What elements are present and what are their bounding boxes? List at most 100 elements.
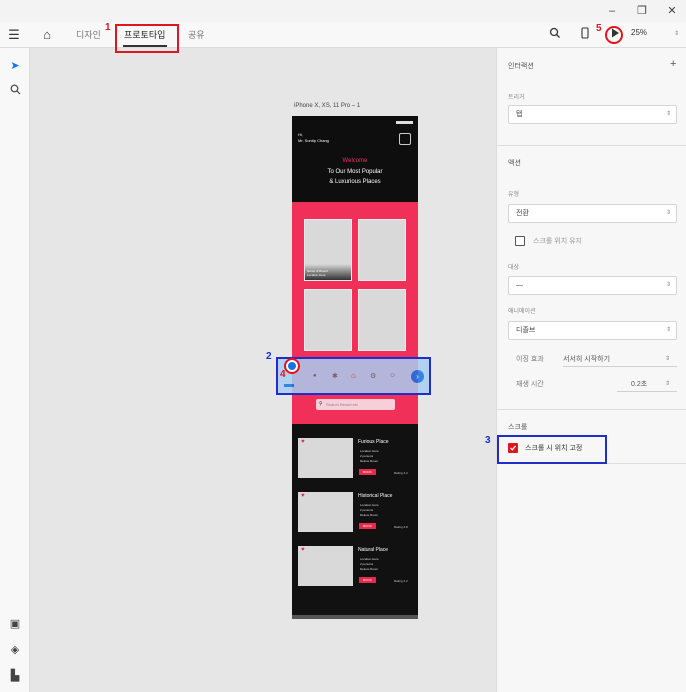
animation-label: 애니메이션 (508, 309, 536, 315)
search-placeholder: Search Resort etc (326, 402, 359, 407)
annotation-number-3: 3 (485, 435, 491, 446)
animation-dropdown[interactable]: 디졸브 ⇕ (508, 321, 677, 340)
annotation-number-2: 2 (266, 351, 272, 362)
book-button[interactable]: BOOK (359, 469, 376, 475)
card-detail-room: Deluxe Room (360, 567, 379, 571)
dropdown-arrow-icon: ⇕ (665, 327, 671, 333)
tab-share[interactable]: 공유 (188, 28, 205, 41)
top-toolbar: ☰ ⌂ 디자인 프로토타입 공유 25% ⇕ (0, 22, 686, 48)
annotation-number-4: 4 (280, 369, 286, 380)
hamburger-menu-icon[interactable]: ☰ (5, 26, 23, 44)
favorite-heart-icon[interactable]: ♥ (301, 439, 305, 445)
card-rating: Rating 4.2 (394, 579, 408, 583)
book-button[interactable]: BOOK (359, 577, 376, 583)
artboard-label[interactable]: iPhone X, XS, 11 Pro – 1 (294, 103, 360, 109)
easing-dropdown-icon[interactable]: ⇕ (665, 355, 670, 362)
card-image: ♥ (298, 492, 353, 532)
card-title: Natural Place (358, 547, 389, 553)
favorite-heart-icon[interactable]: ♥ (301, 547, 305, 553)
card-detail-location: Location Here (360, 557, 379, 561)
card-rating: Rating 4.8 (394, 525, 408, 529)
zoom-tool-svg (10, 84, 20, 95)
welcome-text: Welcome (342, 158, 368, 164)
easing-underline (563, 366, 677, 367)
artboard-bottom-edge (292, 615, 418, 619)
home-icon[interactable]: ⌂ (38, 26, 56, 44)
tagline-line-1: To Our Most Popular (327, 169, 383, 175)
trigger-value: 탭 (516, 111, 523, 118)
thumbnail-caption-location: Location Here (307, 273, 326, 277)
target-dropdown[interactable]: — ⇕ (508, 276, 677, 295)
zoom-level[interactable]: 25% (631, 28, 647, 37)
easing-label: 이징 효과 (516, 356, 544, 363)
card-detail-persons: 2 persons (360, 562, 374, 566)
card-title: Historical Place (358, 493, 393, 499)
minimize-button[interactable]: – (601, 3, 623, 19)
tagline-line-2: & Luxurious Places (329, 179, 381, 185)
type-value: 전환 (516, 210, 529, 217)
annotation-box-fix-scroll (497, 435, 607, 464)
target-value: — (516, 282, 523, 289)
close-button[interactable]: ✕ (661, 3, 683, 19)
place-card-3: ♥ Natural Place Location Here 2 persons … (298, 546, 412, 590)
annotation-circle-play (605, 26, 623, 44)
scroll-title: 스크롤 (508, 424, 528, 431)
user-invite-svg (549, 27, 560, 38)
place-card-1: ♥ Furious Place Location Here 2 persons … (298, 438, 412, 482)
resort-thumbnail-2 (358, 219, 406, 281)
type-dropdown[interactable]: 전환 ⇕ (508, 204, 677, 223)
select-tool-icon[interactable]: ➤ (7, 58, 23, 74)
card-image: ♥ (298, 438, 353, 478)
card-detail-persons: 2 persons (360, 454, 374, 458)
greeting-hi: Hi, (298, 132, 303, 137)
duration-underline (617, 391, 677, 392)
section-divider (497, 145, 686, 146)
user-invite-icon[interactable] (546, 26, 564, 44)
trigger-dropdown[interactable]: 탭 ⇕ (508, 105, 677, 124)
animation-value: 디졸브 (516, 327, 536, 334)
trigger-label: 트리거 (508, 95, 525, 101)
dropdown-arrow-icon: ⇕ (665, 111, 671, 117)
dropdown-arrow-icon: ⇕ (665, 210, 671, 216)
easing-value[interactable]: 서서히 시작하기 (563, 354, 610, 364)
device-preview-icon[interactable] (576, 26, 594, 44)
card-detail-room: Deluxe Room (360, 513, 379, 517)
card-image: ♥ (298, 546, 353, 586)
resort-thumbnail-3 (304, 289, 352, 351)
annotation-number-5: 5 (596, 23, 602, 34)
card-title: Furious Place (358, 439, 389, 445)
duration-label: 재생 시간 (516, 381, 544, 388)
book-button[interactable]: BOOK (359, 523, 376, 529)
dropdown-arrow-icon: ⇕ (665, 282, 671, 288)
section-divider (497, 409, 686, 410)
left-tool-panel: ➤ ▣ ◈ ▙ (0, 48, 30, 692)
profile-avatar-icon (399, 133, 411, 145)
preserve-scroll-checkbox[interactable] (515, 236, 525, 246)
annotation-number-1: 1 (105, 22, 111, 33)
plugins-icon[interactable]: ▙ (7, 668, 23, 684)
hero-section: Hi, Mr. Sontip Chang Welcome To Our Most… (292, 116, 418, 202)
card-detail-location: Location Here (360, 503, 379, 507)
layers-icon[interactable]: ◈ (7, 642, 23, 658)
favorite-heart-icon[interactable]: ♥ (301, 493, 305, 499)
zoom-tool-icon[interactable] (7, 84, 23, 100)
card-detail-location: Location Here (360, 449, 379, 453)
tab-design[interactable]: 디자인 (76, 28, 101, 41)
type-label: 유형 (508, 192, 520, 198)
search-icon: ⚲ (319, 401, 323, 407)
property-inspector: 인터랙션 + 트리거 탭 ⇕ 액션 유형 전환 ⇕ 스크롤 위치 유지 대상 — ⇕ … (496, 48, 686, 692)
duration-stepper-icon[interactable]: ⇕ (665, 380, 670, 387)
search-bar[interactable]: ⚲ Search Resort etc (316, 399, 395, 410)
status-bar-icons (396, 121, 413, 124)
add-interaction-button[interactable]: + (670, 58, 676, 70)
title-bar: – ❐ ✕ (0, 0, 686, 22)
duration-value[interactable]: 0.2초 (631, 379, 647, 389)
annotation-box-prototype-tab (115, 24, 179, 53)
interaction-title: 인터랙션 (508, 63, 534, 70)
card-detail-room: Deluxe Room (360, 459, 379, 463)
greeting-name: Mr. Sontip Chang (298, 138, 329, 143)
restore-button[interactable]: ❐ (631, 3, 653, 19)
document-assets-icon[interactable]: ▣ (7, 616, 23, 632)
card-rating: Rating 4.2 (394, 471, 408, 475)
zoom-dropdown-icon[interactable]: ⇕ (674, 30, 679, 37)
